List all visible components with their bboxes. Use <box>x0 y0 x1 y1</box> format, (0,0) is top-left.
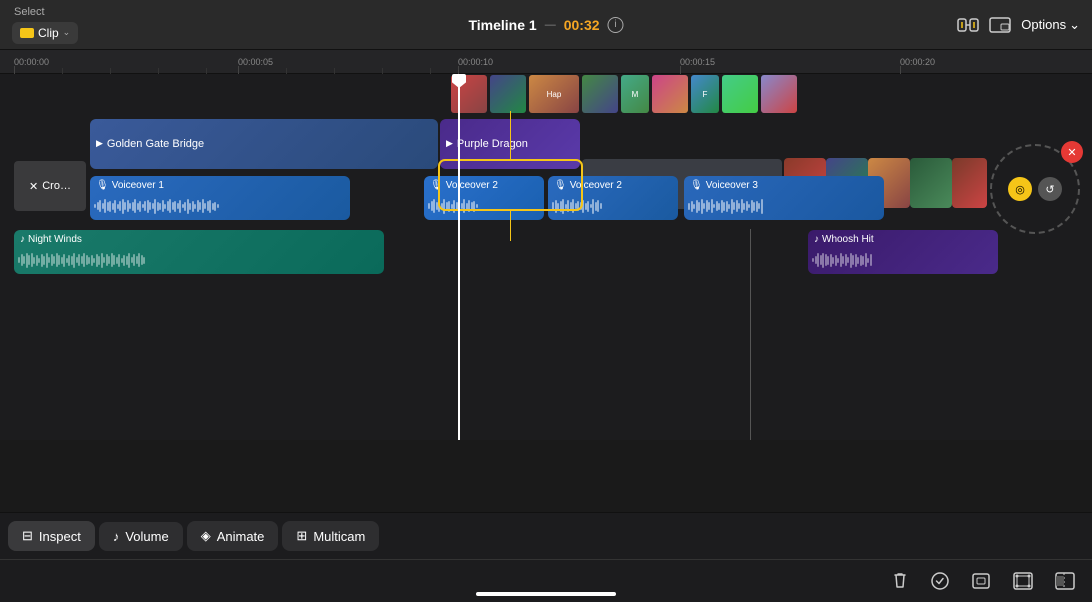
filmstrip-thumb-3: Hap <box>529 75 579 113</box>
multicam-label: Multicam <box>313 529 365 544</box>
voiceover-2b-label: 🎙 Voiceover 2 <box>548 176 628 195</box>
radial-buttons: ◎ ↺ <box>1008 177 1062 201</box>
clip-selector[interactable]: Clip ⌄ <box>12 22 78 44</box>
ruler-mark-4: 00:00:20 <box>900 57 935 67</box>
tab-volume[interactable]: ♪ Volume <box>99 522 183 551</box>
options-chevron-icon: ⌄ <box>1069 17 1080 33</box>
radial-outer-ring: ◎ ↺ ✕ <box>990 144 1080 234</box>
whoosh-hit-label: ♪ Whoosh Hit <box>808 230 880 249</box>
panel-divider <box>750 229 751 440</box>
pip-button[interactable] <box>989 16 1011 34</box>
filmstrip-thumb-2 <box>490 75 526 113</box>
filmstrip-thumb-5: M <box>621 75 649 113</box>
voiceover-2b-waveform <box>552 196 674 216</box>
swap-button[interactable]: ↺ <box>1038 177 1062 201</box>
voiceover-1-track: 🎙 Voiceover 1 🎙 Voiceover 2 <box>0 176 1092 226</box>
connection-line-bottom <box>510 211 511 241</box>
animate-label: Animate <box>217 529 265 544</box>
check-button[interactable] <box>930 571 950 591</box>
tab-inspect[interactable]: ⊟ Inspect <box>8 521 95 551</box>
crop-button[interactable] <box>970 571 992 591</box>
inspect-icon: ⊟ <box>22 528 33 544</box>
magnetic-timeline-button[interactable] <box>957 16 979 34</box>
timeline-title: Timeline 1 — 00:32 i <box>468 17 623 33</box>
voiceover-1-clip[interactable]: 🎙 Voiceover 1 <box>90 176 350 220</box>
ruler-mark-2: 00:00:10 <box>458 57 493 67</box>
ruler-mark-1: 00:00:05 <box>238 57 273 67</box>
filmstrip-thumb-4 <box>582 75 618 113</box>
filmstrip-thumb-6 <box>652 75 688 113</box>
toolbar-right: Options ⌄ <box>957 16 1080 34</box>
voiceover-2a-waveform <box>428 196 540 216</box>
select-label: Select <box>14 6 45 18</box>
voiceover-3-clip[interactable]: 🎙 Voiceover 3 <box>684 176 884 220</box>
options-button[interactable]: Options ⌄ <box>1021 17 1080 33</box>
info-icon[interactable]: i <box>608 17 624 33</box>
voiceover-2a-clip[interactable]: 🎙 Voiceover 2 <box>424 176 544 220</box>
whoosh-hit-waveform <box>812 250 994 270</box>
playhead[interactable] <box>458 74 460 440</box>
delete-button[interactable] <box>890 571 910 591</box>
chevron-down-icon: ⌄ <box>63 27 71 38</box>
transform-button[interactable] <box>1012 571 1034 591</box>
whoosh-hit-clip[interactable]: ♪ Whoosh Hit <box>808 230 998 274</box>
volume-label: Volume <box>125 529 168 544</box>
clip-color-icon <box>20 28 34 38</box>
inspect-label: Inspect <box>39 529 81 544</box>
timeline-area: 00:00:00 00:00:05 00:00:10 00:00:15 00:0… <box>0 50 1092 440</box>
voiceover-2b-clip[interactable]: 🎙 Voiceover 2 <box>548 176 678 220</box>
radial-menu: ◎ ↺ ✕ <box>990 144 1080 234</box>
pin-icon: ◎ <box>1015 183 1025 196</box>
bottom-tabs: ⊟ Inspect ♪ Volume ◈ Animate ⊞ Multicam <box>0 513 1092 560</box>
voiceover-2a-label: 🎙 Voiceover 2 <box>424 176 504 195</box>
golden-gate-clip[interactable]: ▶ Golden Gate Bridge <box>90 119 438 169</box>
video-track: ✕ Cro… ▶ Golden Gate Bridge ▶ Purple Dra… <box>0 116 1092 171</box>
music-track-row: ♪ Night Winds ♪ Whoosh Hit <box>0 230 1092 280</box>
tab-multicam[interactable]: ⊞ Multicam <box>282 521 379 551</box>
filmstrip-thumb-8 <box>722 75 758 113</box>
trim-button[interactable] <box>1054 571 1076 591</box>
voiceover-3-waveform <box>688 196 880 216</box>
voiceover-1-waveform <box>94 196 346 216</box>
bottom-toolbar: ⊟ Inspect ♪ Volume ◈ Animate ⊞ Multicam <box>0 512 1092 602</box>
tracks-container: Hap M F ✕ Cro… <box>0 74 1092 440</box>
options-label: Options <box>1021 17 1066 32</box>
tab-animate[interactable]: ◈ Animate <box>187 521 279 551</box>
timeline-duration: 00:32 <box>564 17 600 33</box>
swap-icon: ↺ <box>1045 183 1054 196</box>
filmstrip-thumb-9 <box>761 75 797 113</box>
golden-gate-label: ▶ Golden Gate Bridge <box>90 138 210 150</box>
voiceover-1-label: 🎙 Voiceover 1 <box>90 176 170 195</box>
multicam-icon: ⊞ <box>296 528 307 544</box>
night-winds-label: ♪ Night Winds <box>14 230 88 249</box>
ruler-mark-0: 00:00:00 <box>14 57 49 67</box>
timeline-name: Timeline 1 <box>468 17 536 33</box>
filmstrip-thumb-7: F <box>691 75 719 113</box>
close-icon: ✕ <box>1067 146 1076 159</box>
time-ruler: 00:00:00 00:00:05 00:00:10 00:00:15 00:0… <box>0 50 1092 74</box>
filmstrip-clips: Hap M F <box>450 75 798 113</box>
filmstrip-track: Hap M F <box>0 74 1092 114</box>
home-indicator <box>476 592 616 596</box>
top-toolbar: Select Clip ⌄ Timeline 1 — 00:32 i <box>0 0 1092 50</box>
pin-button[interactable]: ◎ <box>1008 177 1032 201</box>
purple-dragon-label: ▶ Purple Dragon <box>440 138 534 150</box>
animate-icon: ◈ <box>201 528 211 544</box>
close-button[interactable]: ✕ <box>1061 141 1083 163</box>
volume-icon: ♪ <box>113 529 120 544</box>
connection-line-top <box>510 111 511 159</box>
night-winds-waveform <box>18 250 380 270</box>
ruler-mark-3: 00:00:15 <box>680 57 715 67</box>
night-winds-clip[interactable]: ♪ Night Winds <box>14 230 384 274</box>
voiceover-3-label: 🎙 Voiceover 3 <box>684 176 764 195</box>
clip-label: Clip <box>38 26 59 40</box>
